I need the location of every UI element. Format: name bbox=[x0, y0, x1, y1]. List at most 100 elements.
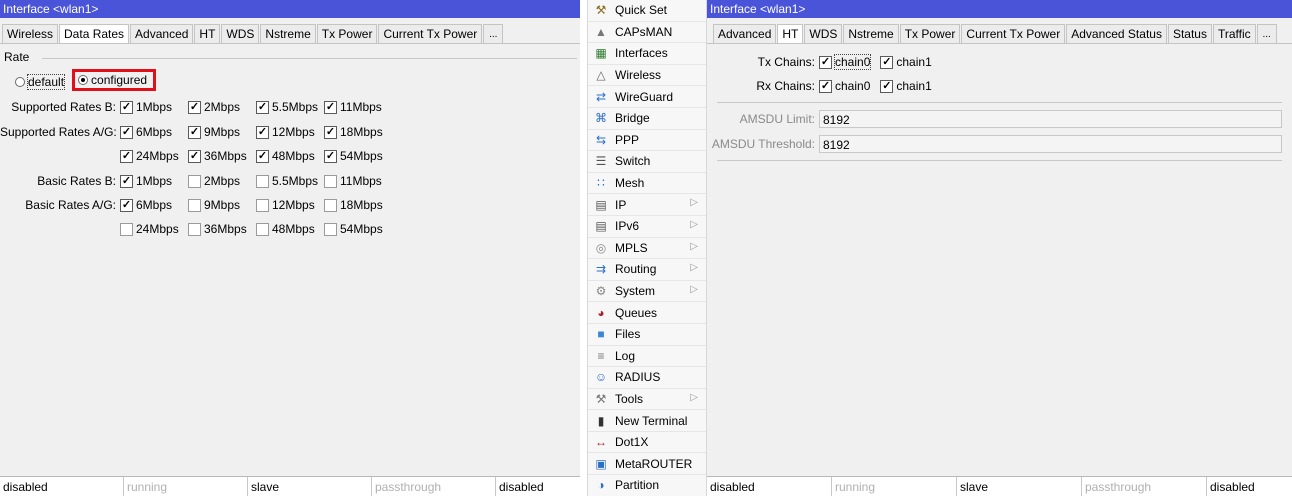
tab-more-button[interactable]: ... bbox=[483, 24, 504, 44]
rate-checkbox[interactable] bbox=[324, 222, 337, 236]
rate-option[interactable]: 11Mbps bbox=[324, 174, 392, 188]
rate-checkbox[interactable]: ✓ bbox=[256, 149, 269, 163]
rate-option[interactable]: ✓ 6Mbps bbox=[120, 125, 188, 139]
rate-checkbox[interactable] bbox=[188, 198, 201, 212]
rate-option[interactable]: ✓ 6Mbps bbox=[120, 198, 188, 212]
rate-option[interactable]: ✓ 11Mbps bbox=[324, 100, 392, 114]
rate-option[interactable]: ✓ 24Mbps bbox=[120, 149, 188, 163]
rate-checkbox[interactable]: ✓ bbox=[120, 149, 133, 163]
default-radio[interactable] bbox=[15, 76, 25, 87]
rate-checkbox[interactable]: ✓ bbox=[256, 100, 269, 114]
menu-item-queues[interactable]: ◕ Queues bbox=[588, 302, 706, 324]
menu-item-mpls[interactable]: ◎ MPLS ▷ bbox=[588, 238, 706, 260]
tx-chain0-checkbox[interactable]: ✓ bbox=[819, 55, 832, 69]
tab-status[interactable]: Status bbox=[1167, 24, 1212, 44]
tab-more-button[interactable]: ... bbox=[1256, 24, 1277, 44]
menu-item-new-terminal[interactable]: ▮ New Terminal bbox=[588, 410, 706, 432]
rate-checkbox[interactable] bbox=[256, 198, 269, 212]
rate-option[interactable]: ✓ 48Mbps bbox=[256, 149, 324, 163]
rate-option-label[interactable]: 1Mbps bbox=[136, 100, 172, 114]
rx-chain0-item[interactable]: ✓ chain0 bbox=[819, 79, 870, 93]
rate-option-label[interactable]: 1Mbps bbox=[136, 174, 172, 188]
rate-option[interactable]: 48Mbps bbox=[256, 222, 324, 236]
tab-advanced-status[interactable]: Advanced Status bbox=[1066, 24, 1167, 44]
menu-item-routing[interactable]: ⇉ Routing ▷ bbox=[588, 259, 706, 281]
rate-option-label[interactable]: 2Mbps bbox=[204, 100, 240, 114]
rate-checkbox[interactable]: ✓ bbox=[324, 100, 337, 114]
rx-chain1-label[interactable]: chain1 bbox=[896, 79, 931, 93]
rate-option[interactable]: ✓ 1Mbps bbox=[120, 174, 188, 188]
menu-item-switch[interactable]: ☰ Switch bbox=[588, 151, 706, 173]
tab-tx-power[interactable]: Tx Power bbox=[316, 24, 378, 44]
tx-chain0-label[interactable]: chain0 bbox=[833, 54, 872, 70]
rate-checkbox[interactable]: ✓ bbox=[120, 198, 133, 212]
menu-item-dot1x[interactable]: ↔ Dot1X bbox=[588, 432, 706, 454]
tab-nstreme[interactable]: Nstreme bbox=[260, 24, 316, 44]
menu-item-mesh[interactable]: ∷ Mesh bbox=[588, 173, 706, 195]
menu-item-tools[interactable]: ⚒ Tools ▷ bbox=[588, 389, 706, 411]
rate-option[interactable]: 24Mbps bbox=[120, 222, 188, 236]
rate-option-label[interactable]: 24Mbps bbox=[136, 149, 179, 163]
menu-item-system[interactable]: ⚙ System ▷ bbox=[588, 281, 706, 303]
rate-option[interactable]: 2Mbps bbox=[188, 174, 256, 188]
tab-current-tx-power[interactable]: Current Tx Power bbox=[961, 24, 1066, 44]
rate-checkbox[interactable]: ✓ bbox=[120, 174, 133, 188]
rate-checkbox[interactable] bbox=[256, 174, 269, 188]
menu-item-ip[interactable]: ▤ IP ▷ bbox=[588, 194, 706, 216]
menu-item-wireguard[interactable]: ⇄ WireGuard bbox=[588, 86, 706, 108]
rate-option-label[interactable]: 5.5Mbps bbox=[272, 174, 318, 188]
rate-option-label[interactable]: 2Mbps bbox=[204, 174, 240, 188]
tab-tx-power[interactable]: Tx Power bbox=[899, 24, 961, 44]
menu-item-capsman[interactable]: ▲ CAPsMAN bbox=[588, 22, 706, 44]
menu-item-ipv6[interactable]: ▤ IPv6 ▷ bbox=[588, 216, 706, 238]
menu-item-interfaces[interactable]: ▦ Interfaces bbox=[588, 43, 706, 65]
menu-item-quick-set[interactable]: ⚒ Quick Set bbox=[588, 0, 706, 22]
menu-item-metarouter[interactable]: ▣ MetaROUTER bbox=[588, 453, 706, 476]
rate-option-label[interactable]: 54Mbps bbox=[340, 222, 383, 236]
rate-option-label[interactable]: 18Mbps bbox=[340, 125, 383, 139]
rate-option-label[interactable]: 48Mbps bbox=[272, 149, 315, 163]
rate-checkbox[interactable] bbox=[188, 222, 201, 236]
tab-traffic[interactable]: Traffic bbox=[1212, 24, 1256, 44]
amsdu-limit-field[interactable]: 8192 bbox=[819, 110, 1282, 128]
rate-option[interactable]: ✓ 36Mbps bbox=[188, 149, 256, 163]
rate-option-label[interactable]: 36Mbps bbox=[204, 149, 247, 163]
rate-option[interactable]: 12Mbps bbox=[256, 198, 324, 212]
amsdu-threshold-field[interactable]: 8192 bbox=[819, 135, 1282, 153]
tab-advanced[interactable]: Advanced bbox=[713, 24, 777, 44]
rate-option[interactable]: ✓ 12Mbps bbox=[256, 125, 324, 139]
rate-checkbox[interactable]: ✓ bbox=[188, 100, 201, 114]
tx-chain1-item[interactable]: ✓ chain1 bbox=[880, 55, 932, 69]
rx-chain1-checkbox[interactable]: ✓ bbox=[880, 79, 894, 93]
tab-wds[interactable]: WDS bbox=[804, 24, 843, 44]
rate-option[interactable]: 54Mbps bbox=[324, 222, 392, 236]
tab-data-rates[interactable]: Data Rates bbox=[59, 24, 130, 44]
tab-nstreme[interactable]: Nstreme bbox=[843, 24, 899, 44]
rate-option-label[interactable]: 12Mbps bbox=[272, 125, 315, 139]
tx-chain0-item[interactable]: ✓ chain0 bbox=[819, 54, 872, 70]
tab-ht[interactable]: HT bbox=[194, 24, 221, 44]
rate-option-label[interactable]: 18Mbps bbox=[340, 198, 383, 212]
rate-option-label[interactable]: 5.5Mbps bbox=[272, 100, 318, 114]
rate-option[interactable]: ✓ 18Mbps bbox=[324, 125, 392, 139]
rate-option-label[interactable]: 11Mbps bbox=[340, 174, 382, 188]
rate-option[interactable]: ✓ 9Mbps bbox=[188, 125, 256, 139]
rate-option-label[interactable]: 9Mbps bbox=[204, 198, 240, 212]
rate-checkbox[interactable] bbox=[188, 174, 201, 188]
rate-checkbox[interactable]: ✓ bbox=[120, 125, 133, 139]
rate-checkbox[interactable] bbox=[324, 174, 337, 188]
tab-wds[interactable]: WDS bbox=[221, 24, 260, 44]
rate-option[interactable]: 36Mbps bbox=[188, 222, 256, 236]
rate-option-label[interactable]: 11Mbps bbox=[340, 100, 382, 114]
rate-option-label[interactable]: 54Mbps bbox=[340, 149, 383, 163]
menu-item-files[interactable]: ■ Files bbox=[588, 324, 706, 346]
rx-chain1-item[interactable]: ✓ chain1 bbox=[880, 79, 932, 93]
rate-checkbox[interactable]: ✓ bbox=[324, 125, 337, 139]
rate-option-label[interactable]: 12Mbps bbox=[272, 198, 315, 212]
rate-checkbox[interactable]: ✓ bbox=[188, 125, 201, 139]
rate-checkbox[interactable]: ✓ bbox=[188, 149, 201, 163]
menu-item-bridge[interactable]: ⌘ Bridge bbox=[588, 108, 706, 130]
rate-option-label[interactable]: 6Mbps bbox=[136, 198, 172, 212]
menu-item-log[interactable]: ≡ Log bbox=[588, 346, 706, 368]
tab-wireless[interactable]: Wireless bbox=[2, 24, 59, 44]
